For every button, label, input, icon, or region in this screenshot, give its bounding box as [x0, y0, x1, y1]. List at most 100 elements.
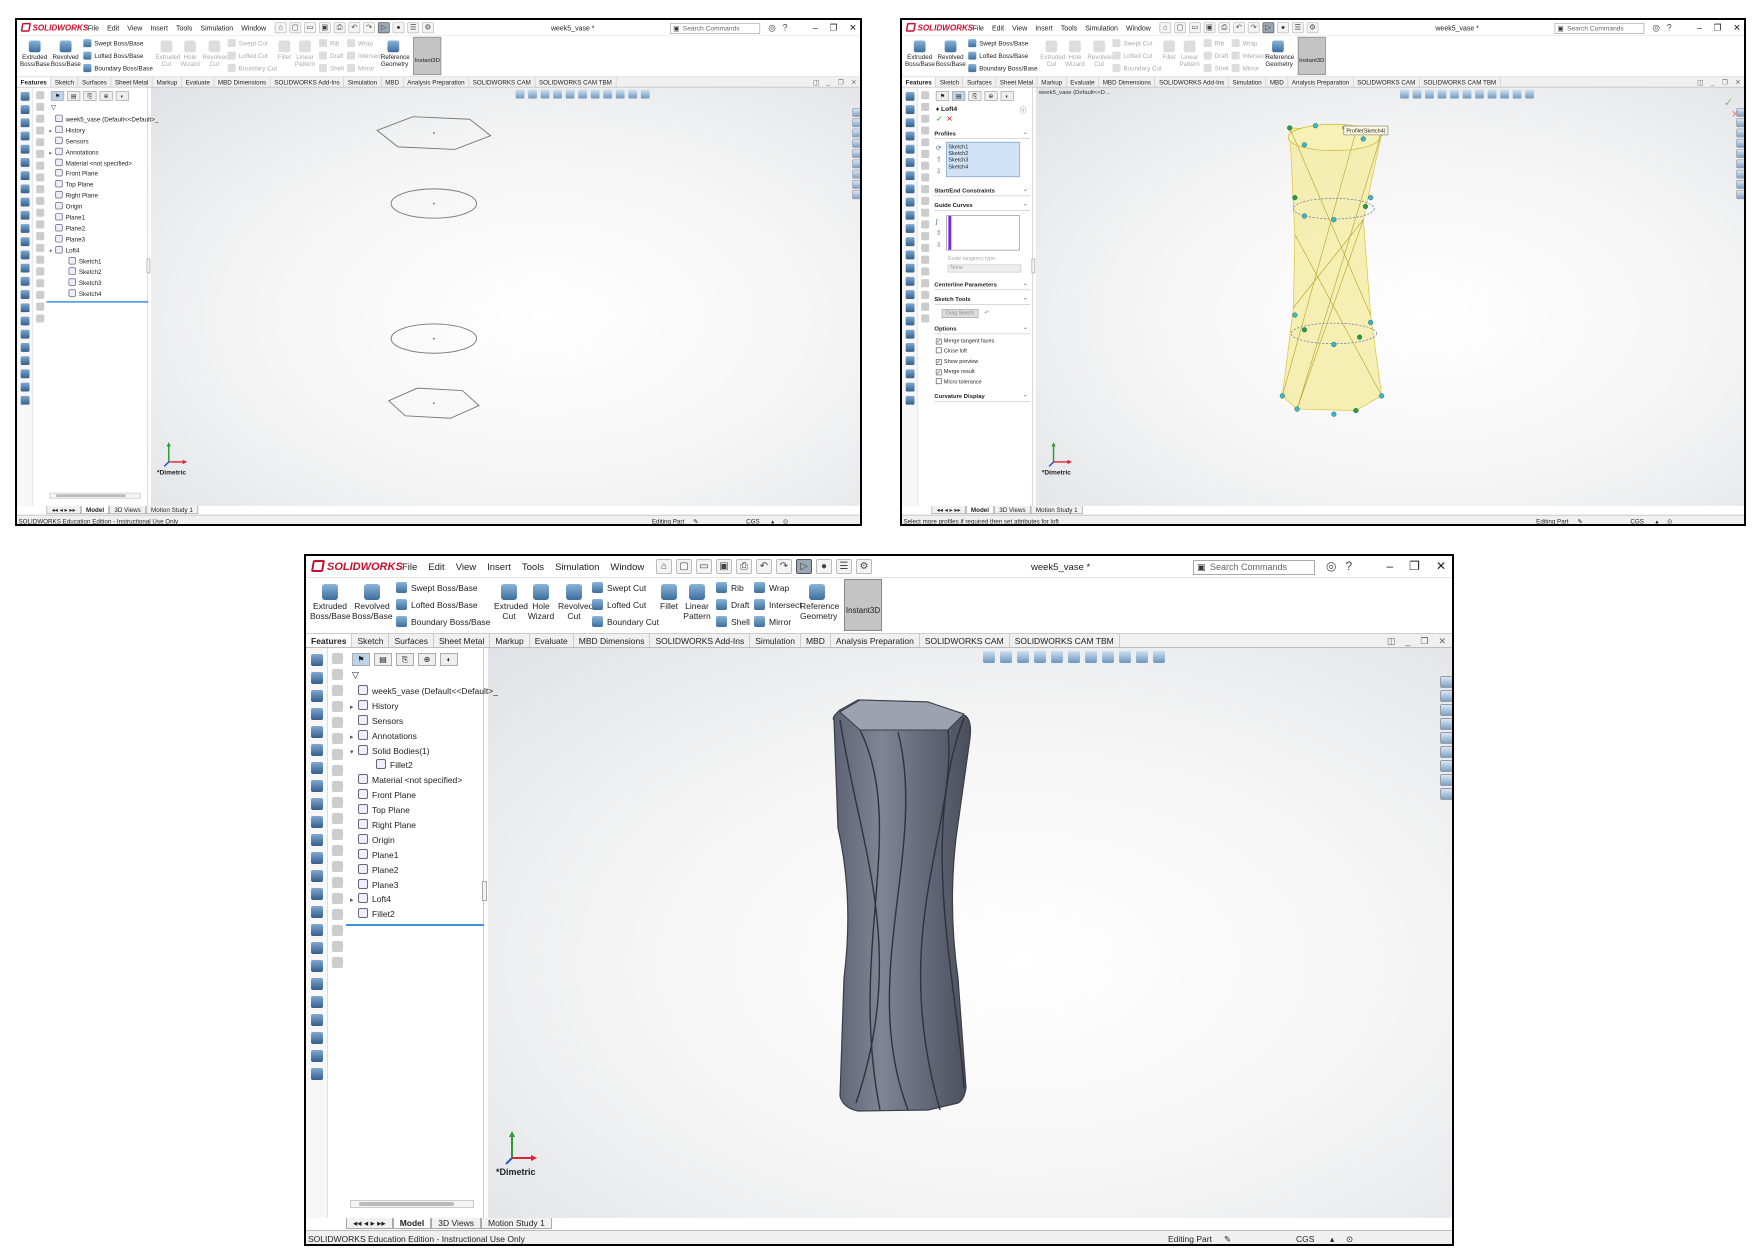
restore-icon[interactable]: ❐ — [829, 22, 837, 32]
guide-tangency-select[interactable]: None — [947, 264, 1022, 273]
rib-button[interactable]: Rib — [1204, 39, 1224, 47]
tab-solidworks-cam[interactable]: SOLIDWORKS CAM — [920, 634, 1010, 647]
draft-button[interactable]: Draft — [716, 599, 749, 610]
menu-file[interactable]: File — [88, 24, 99, 32]
shortcut-icon[interactable] — [310, 924, 323, 936]
shortcut-icon[interactable] — [920, 208, 929, 217]
tab-evaluate[interactable]: Evaluate — [1067, 77, 1100, 87]
menu-tools[interactable]: Tools — [522, 562, 544, 573]
guide-curves-list[interactable] — [946, 215, 1020, 251]
tab-evaluate[interactable]: Evaluate — [182, 77, 215, 87]
save-icon[interactable]: ▣ — [318, 22, 331, 34]
option-checkbox[interactable]: Micro tolerance — [935, 378, 982, 385]
menu-tools[interactable]: Tools — [1061, 24, 1077, 32]
shortcut-icon[interactable] — [905, 118, 915, 128]
tree-item[interactable]: week5_vase (Default<<Default>_ — [49, 114, 158, 125]
file-properties-icon[interactable]: ☰ — [407, 22, 420, 34]
tab-solidworks-cam-tbm[interactable]: SOLIDWORKS CAM TBM — [535, 77, 617, 87]
shortcut-icon[interactable] — [920, 91, 929, 100]
close-icon[interactable]: ✕ — [1733, 22, 1740, 32]
draft-button[interactable]: Draft — [1204, 52, 1229, 59]
scroll-thumb[interactable] — [359, 1202, 454, 1206]
menu-tools[interactable]: Tools — [176, 24, 192, 32]
reference-geometry-button[interactable]: Reference Geometry — [381, 40, 410, 68]
shortcut-icon[interactable] — [331, 749, 343, 760]
menu-window[interactable]: Window — [610, 562, 644, 573]
boundary-cut-button[interactable]: Boundary Cut — [1112, 64, 1161, 72]
propertymanager-tab-icon[interactable]: ▤ — [67, 91, 81, 101]
tab-solidworks-cam[interactable]: SOLIDWORKS CAM — [469, 77, 536, 87]
wrap-button[interactable]: Wrap — [347, 39, 373, 47]
tab-model[interactable]: Model — [392, 1218, 432, 1229]
section-centerline-parameters[interactable]: Centerline Parameters — [934, 278, 1031, 291]
shortcut-icon[interactable] — [35, 255, 44, 264]
print-icon[interactable]: ⎙ — [1218, 22, 1231, 34]
scroll-thumb[interactable] — [56, 494, 127, 498]
shortcut-icon[interactable] — [20, 356, 30, 366]
tab-markup[interactable]: Markup — [153, 77, 182, 87]
move-up-icon[interactable]: ⇧ — [936, 229, 942, 236]
tab-analysis-preparation[interactable]: Analysis Preparation — [404, 77, 470, 87]
shortcut-icon[interactable] — [920, 138, 929, 147]
tab-mbd[interactable]: MBD — [801, 634, 831, 647]
tab-sheet-metal[interactable]: Sheet Metal — [111, 77, 153, 87]
shortcut-icon[interactable] — [310, 906, 323, 918]
file-properties-icon[interactable]: ☰ — [836, 559, 852, 574]
extruded-boss-button[interactable]: Extruded Boss/Base — [310, 584, 351, 621]
shortcut-icon[interactable] — [20, 237, 30, 247]
shortcut-icon[interactable] — [35, 102, 44, 112]
shortcut-icon[interactable] — [20, 144, 30, 154]
revolved-cut-button[interactable]: Revolved Cut — [203, 40, 229, 68]
shortcut-icon[interactable] — [310, 1068, 323, 1080]
menu-edit[interactable]: Edit — [107, 24, 119, 32]
unit-system[interactable]: CGS — [1296, 1231, 1314, 1244]
shortcut-icon[interactable] — [905, 369, 915, 379]
option-checkbox[interactable]: ✓ Show preview — [935, 358, 978, 366]
customize-status-icon[interactable]: ⊙ — [783, 516, 788, 524]
shortcut-icon[interactable] — [331, 669, 343, 680]
shortcut-icon[interactable] — [905, 250, 915, 260]
tab-features[interactable]: Features — [306, 634, 353, 647]
revolved-boss-button[interactable]: Revolved Boss/Base — [936, 40, 966, 68]
intersect-button[interactable]: Intersect — [1232, 52, 1267, 59]
shortcut-icon[interactable] — [920, 267, 929, 276]
checkbox-icon[interactable] — [935, 347, 942, 354]
shortcut-icon[interactable] — [20, 276, 30, 286]
tree-item[interactable]: ▸ Annotations — [350, 729, 484, 744]
tab-mbd-dimensions[interactable]: MBD Dimensions — [574, 634, 651, 647]
filter-icon[interactable]: ▽ — [51, 104, 56, 112]
shortcut-icon[interactable] — [35, 267, 44, 276]
shortcut-icon[interactable] — [920, 196, 929, 205]
tab-solidworks-add-ins[interactable]: SOLIDWORKS Add-Ins — [1155, 77, 1229, 87]
shortcut-icon[interactable] — [331, 893, 343, 904]
extruded-cut-button[interactable]: Extruded Cut — [494, 584, 528, 621]
menu-view[interactable]: View — [456, 562, 476, 573]
tree-item[interactable]: Material <not specified> — [350, 773, 484, 788]
expand-arrow-icon[interactable]: ▸ — [350, 701, 358, 715]
linear-pattern-button[interactable]: Linear Pattern — [294, 40, 316, 68]
dimxpert-tab-icon[interactable]: ⊕ — [418, 653, 436, 666]
doc-minimize-icon[interactable]: _ — [827, 79, 831, 87]
menu-window[interactable]: Window — [241, 24, 266, 32]
menu-window[interactable]: Window — [1126, 24, 1151, 32]
tree-item[interactable]: Sketch3 — [49, 278, 148, 289]
tree-item[interactable]: Right Plane — [49, 190, 148, 201]
shortcut-icon[interactable] — [905, 343, 915, 352]
save-icon[interactable]: ▣ — [716, 559, 732, 574]
menu-file[interactable]: File — [973, 24, 984, 32]
graphics-area[interactable]: *Dimetric Profile(Sketch4) ✓ ✕ week5_vase (… — [1035, 87, 1744, 506]
shortcut-icon[interactable] — [331, 909, 343, 920]
tree-item[interactable]: ▾ Loft4 — [49, 245, 148, 256]
revolved-cut-button[interactable]: Revolved Cut — [558, 584, 593, 621]
shortcut-icon[interactable] — [920, 314, 929, 323]
save-icon[interactable]: ▣ — [1203, 22, 1216, 34]
instant3d-button[interactable]: Instant3D — [844, 579, 882, 631]
doc-minimize-icon[interactable]: _ — [1405, 636, 1410, 647]
featuremanager-tab-icon[interactable]: ⚑ — [935, 91, 950, 101]
shortcut-icon[interactable] — [20, 224, 30, 233]
tab-mbd-dimensions[interactable]: MBD Dimensions — [1099, 77, 1156, 87]
tree-item[interactable]: Fillet2 — [350, 758, 484, 773]
tab-surfaces[interactable]: Surfaces — [78, 77, 112, 87]
user-icon[interactable]: ◎ — [768, 22, 776, 32]
shortcut-icon[interactable] — [331, 957, 343, 968]
